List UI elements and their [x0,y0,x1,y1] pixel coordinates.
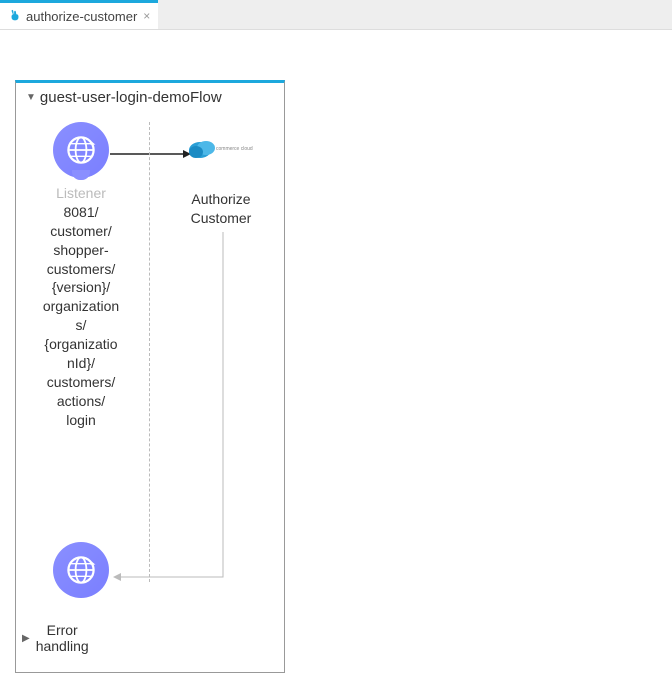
return-flow-line [106,232,236,592]
flow-container[interactable]: ▼ guest-user-login-demoFlow List [15,80,285,673]
authorize-label: Authorize Customer [191,190,252,228]
tab-authorize-customer[interactable]: authorize-customer × [0,0,158,29]
expand-icon[interactable]: ▶ [22,633,30,644]
globe-icon [53,542,109,598]
close-icon[interactable]: × [143,9,150,23]
flow-body: Listener 8081/ customer/ shopper- custom… [16,112,284,672]
svg-text:commerce cloud: commerce cloud [216,146,253,152]
tab-bar: authorize-customer × [0,0,672,30]
flow-header[interactable]: ▼ guest-user-login-demoFlow [16,83,284,112]
listener-label: Listener [56,184,106,203]
error-handling-label: Error handling [36,622,89,654]
error-handling-section[interactable]: ▶ Error handling [22,622,89,654]
mule-rabbit-icon [8,9,22,23]
error-handler-node[interactable] [26,542,136,604]
globe-icon [53,122,109,178]
commerce-cloud-icon: commerce cloud [186,138,256,162]
tab-title: authorize-customer [26,9,137,24]
exchange-icon [72,170,90,180]
flow-title: guest-user-login-demoFlow [40,89,222,106]
flow-canvas[interactable]: ▼ guest-user-login-demoFlow List [0,30,672,688]
collapse-icon[interactable]: ▼ [26,92,36,103]
authorize-customer-node[interactable]: commerce cloud Authorize Customer [171,122,271,228]
